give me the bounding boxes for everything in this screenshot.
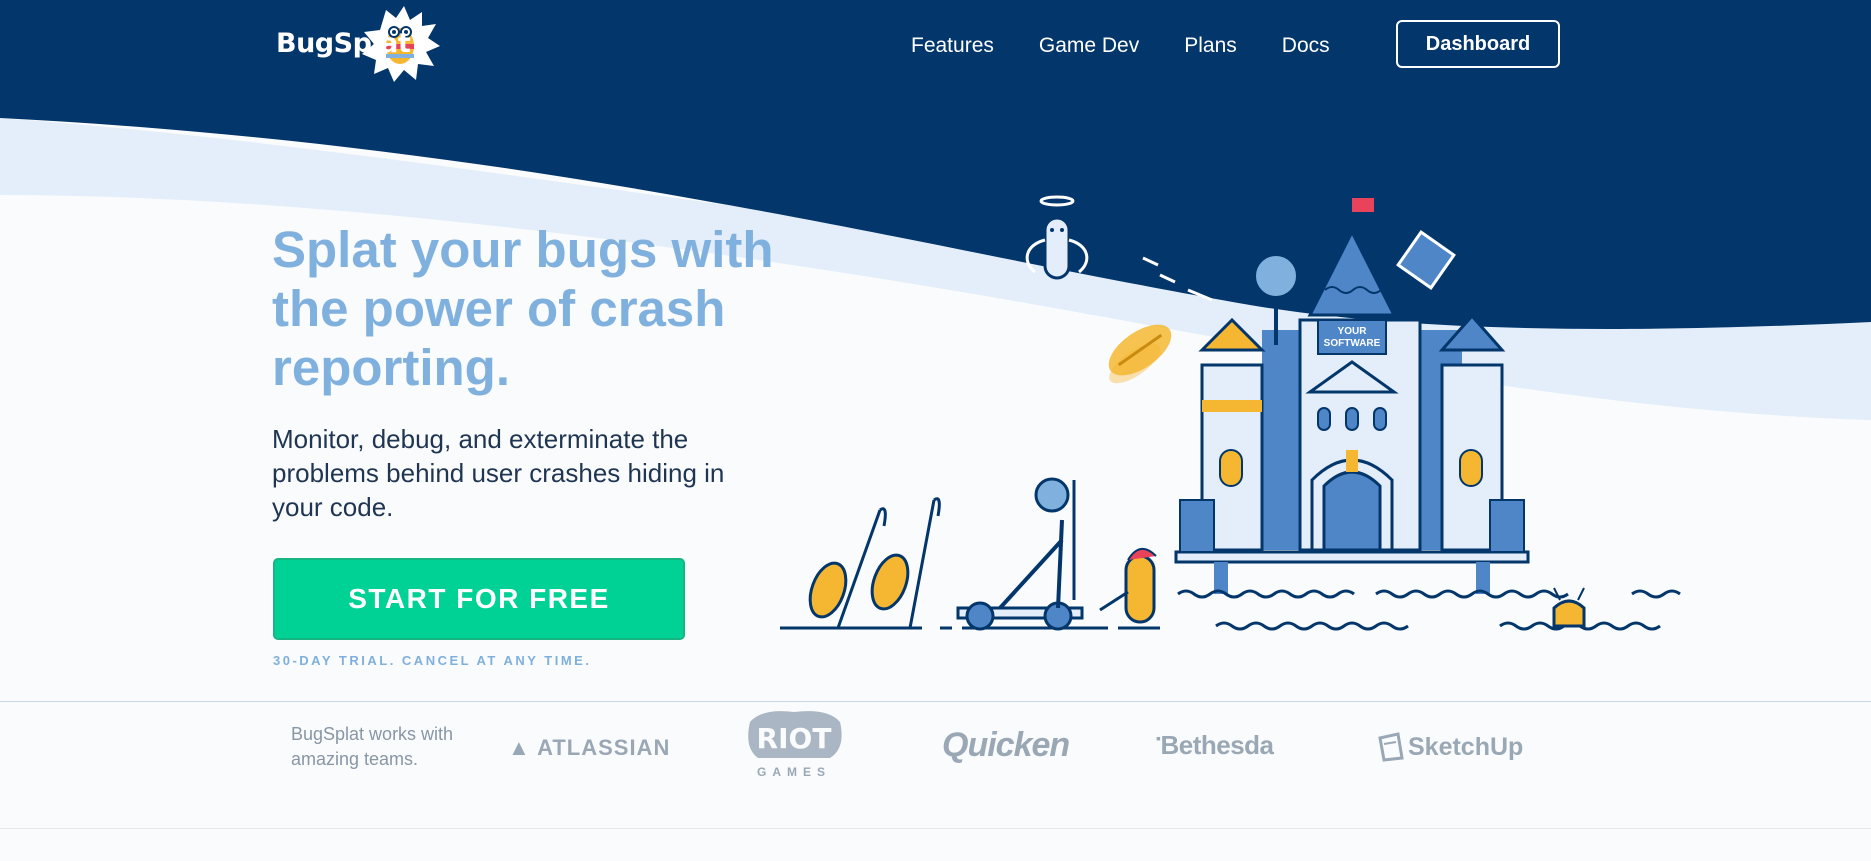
nav-links: Features Game Dev Plans Docs xyxy=(911,34,1375,58)
partner-atlassian: ▲ ATLASSIAN xyxy=(508,735,670,761)
riot-games-caption: GAMES xyxy=(757,765,831,779)
partner-quicken: Quicken xyxy=(942,726,1070,764)
nav-plans[interactable]: Plans xyxy=(1184,34,1237,58)
dashboard-button[interactable]: Dashboard xyxy=(1396,20,1560,68)
spear-bug-1 xyxy=(808,507,887,629)
nav-game-dev[interactable]: Game Dev xyxy=(1039,34,1139,58)
sketchup-logo-icon xyxy=(1378,732,1404,762)
page: BugSplat Features Game Dev Plans Docs Da… xyxy=(0,0,1871,861)
logo-text: BugSplat xyxy=(276,28,411,59)
atlassian-name: ATLASSIAN xyxy=(537,735,671,760)
atlassian-logo-icon: ▲ xyxy=(508,735,538,760)
partners-intro: BugSplat works with amazing teams. xyxy=(291,724,454,769)
flying-bug-icon xyxy=(1108,324,1172,384)
castle: YOUR SOFTWARE xyxy=(1174,198,1530,594)
partners-strip: BugSplat works with amazing teams. ▲ ATL… xyxy=(0,701,1871,829)
nav-features[interactable]: Features xyxy=(911,34,994,58)
castle-sign: YOUR xyxy=(1338,326,1368,337)
motion-lines xyxy=(1142,256,1213,302)
nav-docs[interactable]: Docs xyxy=(1282,34,1330,58)
svg-text:SOFTWARE: SOFTWARE xyxy=(1324,338,1381,349)
riot-logo-text: RIOT xyxy=(757,722,832,755)
swimming-bug-icon xyxy=(1552,587,1586,628)
sketchup-name: SketchUp xyxy=(1408,732,1524,761)
riot-games-logo: RIOT GAMES xyxy=(748,711,842,779)
catapult-icon xyxy=(956,477,1084,631)
bethesda-name: Bethesda xyxy=(1160,730,1274,760)
top-nav: BugSplat Features Game Dev Plans Docs Da… xyxy=(0,0,1871,120)
partner-bethesda: ▪Bethesda xyxy=(1156,730,1274,761)
partner-sketchup: SketchUp xyxy=(1376,730,1523,764)
angel-bug-icon xyxy=(1025,195,1089,280)
bugsplat-logo[interactable]: BugSplat xyxy=(276,4,456,82)
flag-icon xyxy=(1352,198,1374,212)
partner-riot-games: RIOT GAMES xyxy=(742,708,846,779)
knight-bug-icon xyxy=(1099,548,1157,624)
water-waves xyxy=(1177,589,1681,631)
